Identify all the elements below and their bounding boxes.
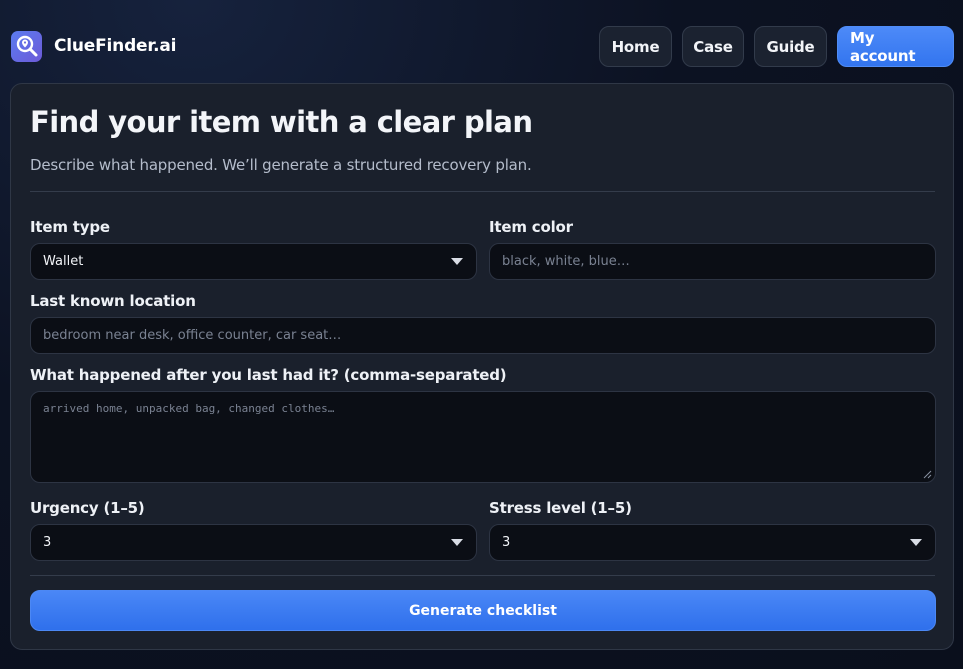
recovery-plan-form-card: Find your item with a clear plan Describ… — [10, 83, 954, 650]
events-label: What happened after you last had it? (co… — [30, 366, 507, 384]
stress-value: 3 — [502, 535, 511, 550]
item-type-select[interactable]: Wallet — [30, 243, 477, 280]
chevron-down-icon — [451, 258, 463, 265]
chevron-down-icon — [451, 539, 463, 546]
events-textarea[interactable]: arrived home, unpacked bag, changed clot… — [30, 391, 936, 483]
resize-handle-icon[interactable] — [923, 470, 932, 479]
stress-select[interactable]: 3 — [489, 524, 936, 561]
generate-checklist-button[interactable]: Generate checklist — [30, 590, 936, 631]
item-color-input[interactable]: black, white, blue… — [489, 243, 936, 280]
brand-name: ClueFinder.ai — [54, 36, 177, 56]
footer-divider — [30, 575, 935, 576]
item-type-label: Item type — [30, 218, 110, 236]
page-subtitle: Describe what happened. We’ll generate a… — [30, 156, 532, 174]
stress-label: Stress level (1–5) — [489, 499, 632, 517]
urgency-select[interactable]: 3 — [30, 524, 477, 561]
nav-home-button[interactable]: Home — [599, 26, 672, 67]
header-divider — [30, 191, 935, 192]
chevron-down-icon — [910, 539, 922, 546]
page-title: Find your item with a clear plan — [30, 105, 533, 139]
nav-my-account-button[interactable]: My account — [837, 26, 954, 67]
brand[interactable]: ClueFinder.ai — [11, 30, 177, 62]
location-label: Last known location — [30, 292, 196, 310]
main-nav: Home Case Guide My account — [589, 26, 954, 67]
events-placeholder: arrived home, unpacked bag, changed clot… — [43, 402, 335, 415]
top-navigation-bar: ClueFinder.ai Home Case Guide My account — [0, 0, 963, 84]
item-color-placeholder: black, white, blue… — [502, 254, 630, 269]
location-input[interactable]: bedroom near desk, office counter, car s… — [30, 317, 936, 354]
item-type-value: Wallet — [43, 254, 84, 269]
logo-search-location-icon — [11, 30, 42, 62]
item-color-label: Item color — [489, 218, 573, 236]
urgency-value: 3 — [43, 535, 52, 550]
nav-guide-button[interactable]: Guide — [754, 26, 827, 67]
location-placeholder: bedroom near desk, office counter, car s… — [43, 328, 342, 343]
urgency-label: Urgency (1–5) — [30, 499, 145, 517]
nav-case-button[interactable]: Case — [682, 26, 744, 67]
